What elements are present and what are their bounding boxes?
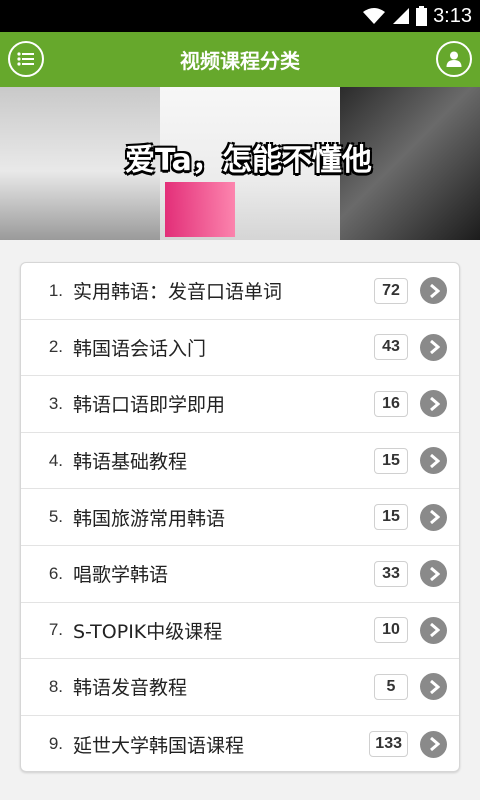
- count-badge: 43: [374, 334, 408, 361]
- menu-button[interactable]: [8, 41, 44, 77]
- count-badge: 72: [374, 277, 408, 304]
- row-number: 9.: [48, 734, 63, 754]
- row-number: 2.: [48, 337, 63, 357]
- chevron-right-icon[interactable]: [420, 503, 447, 531]
- row-title: 韩语发音教程: [73, 677, 188, 700]
- row-number: 6.: [48, 563, 63, 583]
- row-title: 实用韩语：发音口语单词: [73, 281, 283, 304]
- row-title: 延世大学韩国语课程: [73, 734, 245, 757]
- count-badge: 15: [374, 447, 408, 474]
- course-row[interactable]: 4. 韩语基础教程 15: [21, 433, 459, 490]
- row-number: 4.: [48, 450, 63, 470]
- wifi-icon: [362, 7, 386, 25]
- page-title: 视频课程分类: [180, 49, 300, 73]
- row-title: S-TOPIK中级课程: [73, 620, 223, 643]
- course-row[interactable]: 9. 延世大学韩国语课程 133: [21, 716, 459, 771]
- course-row[interactable]: 6. 唱歌学韩语 33: [21, 546, 459, 603]
- battery-icon: [416, 6, 428, 26]
- promo-banner[interactable]: 爱Ta，怎能不懂他: [0, 87, 480, 240]
- banner-photo-strip: [165, 182, 235, 237]
- chevron-right-icon[interactable]: [420, 730, 447, 758]
- user-icon: [445, 50, 463, 68]
- course-row[interactable]: 8. 韩语发音教程 5: [21, 659, 459, 716]
- user-button[interactable]: [436, 41, 472, 77]
- chevron-right-icon[interactable]: [420, 333, 447, 361]
- chevron-right-icon[interactable]: [420, 673, 447, 701]
- chevron-right-icon[interactable]: [420, 560, 447, 588]
- count-badge: 10: [374, 617, 408, 644]
- course-row[interactable]: 1. 实用韩语：发音口语单词 72: [21, 263, 459, 320]
- row-title: 韩国旅游常用韩语: [73, 507, 226, 530]
- row-title: 韩语口语即学即用: [73, 394, 226, 417]
- row-number: 5.: [48, 507, 63, 527]
- count-badge: 133: [369, 731, 408, 758]
- chevron-right-icon[interactable]: [420, 277, 447, 305]
- chevron-right-icon[interactable]: [420, 616, 447, 644]
- row-number: 1.: [48, 280, 63, 300]
- count-badge: 5: [374, 673, 408, 700]
- course-row[interactable]: 5. 韩国旅游常用韩语 15: [21, 489, 459, 546]
- banner-caption: 爱Ta，怎能不懂他: [125, 143, 372, 178]
- row-number: 7.: [48, 620, 63, 640]
- course-row[interactable]: 2. 韩国语会话入门 43: [21, 320, 459, 377]
- row-title: 韩国语会话入门: [73, 337, 207, 360]
- course-row[interactable]: 3. 韩语口语即学即用 16: [21, 376, 459, 433]
- course-row[interactable]: 7. S-TOPIK中级课程 10: [21, 603, 459, 660]
- row-title: 韩语基础教程: [73, 451, 188, 474]
- chevron-right-icon[interactable]: [420, 447, 447, 475]
- course-category-list: 1. 实用韩语：发音口语单词 72 2. 韩国语会话入门 43 3. 韩语口语即…: [20, 262, 460, 772]
- count-badge: 15: [374, 504, 408, 531]
- status-time: 3:13: [433, 4, 472, 27]
- status-icons: [362, 6, 428, 26]
- signal-icon: [392, 7, 410, 25]
- chevron-right-icon[interactable]: [420, 390, 447, 418]
- row-number: 3.: [48, 393, 63, 413]
- app-bar: 视频课程分类: [0, 32, 480, 87]
- menu-list-icon: [17, 52, 35, 66]
- row-number: 8.: [48, 676, 63, 696]
- row-title: 唱歌学韩语: [73, 564, 169, 587]
- status-bar: 3:13: [0, 0, 480, 32]
- count-badge: 16: [374, 390, 408, 417]
- count-badge: 33: [374, 560, 408, 587]
